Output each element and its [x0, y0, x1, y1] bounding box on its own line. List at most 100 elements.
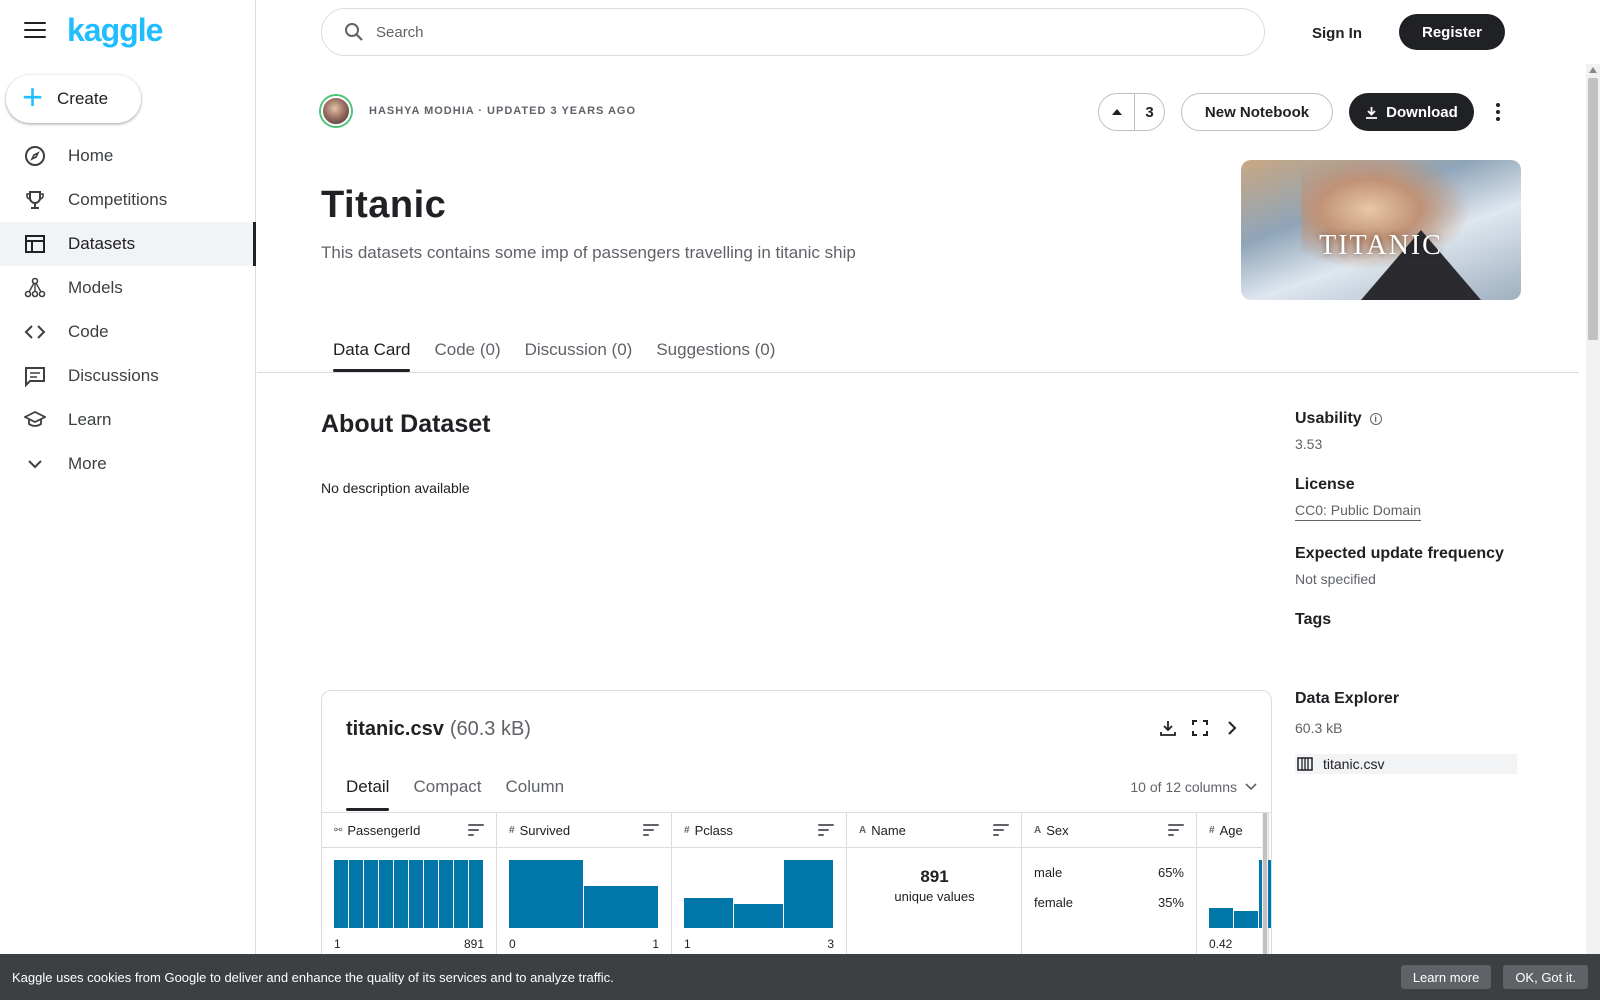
avatar[interactable]	[321, 96, 351, 126]
columns-selector[interactable]: 10 of 12 columns	[1130, 779, 1257, 795]
histogram[interactable]	[334, 858, 484, 928]
histogram-bar[interactable]	[349, 860, 363, 928]
tab-detail[interactable]: Detail	[346, 767, 390, 811]
histogram-bar[interactable]	[784, 860, 833, 928]
scroll-up-icon[interactable]	[1589, 67, 1597, 73]
explorer-file-item[interactable]: titanic.csv	[1295, 754, 1517, 774]
sidebar-item-datasets[interactable]: Datasets	[0, 222, 256, 266]
histogram-bar[interactable]	[364, 860, 378, 928]
sidebar-item-label: Learn	[68, 410, 112, 429]
page-subtitle: This datasets contains some imp of passe…	[321, 243, 856, 262]
histogram-bar[interactable]	[409, 860, 423, 928]
dataset-info-panel: Usability i 3.53 License CC0: Public Dom…	[1295, 410, 1525, 629]
tab-discussion[interactable]: Discussion (0)	[525, 328, 633, 372]
dataset-cover-image: TITANIC	[1241, 160, 1521, 300]
upvote-button[interactable]	[1099, 94, 1135, 130]
histogram-min: 1	[684, 937, 691, 951]
histogram-min: 0.42	[1209, 937, 1233, 951]
search-input[interactable]: Search	[321, 8, 1265, 56]
sidebar-item-code[interactable]: Code	[0, 310, 256, 354]
histogram-bar[interactable]	[1209, 907, 1233, 928]
download-icon	[1366, 106, 1378, 119]
create-button[interactable]: + Create	[6, 75, 141, 123]
info-icon[interactable]: i	[1369, 413, 1382, 425]
column-name: Pclass	[694, 822, 733, 838]
download-button[interactable]: Download	[1349, 93, 1474, 131]
column-header[interactable]: A Sex	[1022, 813, 1196, 848]
histogram-bar[interactable]	[379, 860, 393, 928]
tab-data-card[interactable]: Data Card	[333, 328, 411, 372]
sidebar-item-models[interactable]: Models	[0, 266, 256, 310]
download-label: Download	[1386, 103, 1458, 121]
sort-icon[interactable]	[468, 824, 484, 836]
new-notebook-button[interactable]: New Notebook	[1181, 93, 1333, 131]
histogram-bar[interactable]	[684, 898, 733, 928]
column-type-icon: #	[509, 824, 515, 836]
histogram-bar[interactable]	[454, 860, 468, 928]
sidebar: kaggle + Create Home Competitions Datase…	[0, 0, 256, 1000]
file-preview-card: titanic.csv (60.3 kB) Detail Compact Colu…	[321, 690, 1272, 990]
histogram-bar[interactable]	[469, 860, 483, 928]
sidebar-item-learn[interactable]: Learn	[0, 398, 256, 442]
sort-icon[interactable]	[818, 824, 834, 836]
learn-more-button[interactable]: Learn more	[1400, 965, 1492, 989]
page-scrollbar[interactable]	[1586, 64, 1600, 954]
fullscreen-icon[interactable]	[1189, 717, 1211, 739]
sidebar-item-more[interactable]: More	[0, 442, 256, 486]
license-link[interactable]: CC0: Public Domain	[1295, 502, 1422, 521]
explorer-file-name: titanic.csv	[1323, 756, 1385, 772]
sidebar-item-discussions[interactable]: Discussions	[0, 354, 256, 398]
histogram[interactable]	[509, 858, 659, 928]
histogram-max: 891	[463, 937, 484, 951]
sort-icon[interactable]	[643, 824, 659, 836]
chevron-right-icon[interactable]	[1221, 717, 1243, 739]
category-row[interactable]: male 65%	[1034, 865, 1184, 880]
cookie-ok-button[interactable]: OK, Got it.	[1503, 965, 1588, 989]
tab-compact[interactable]: Compact	[413, 767, 481, 811]
file-heading: titanic.csv (60.3 kB)	[346, 718, 531, 741]
sidebar-item-competitions[interactable]: Competitions	[0, 178, 256, 222]
usability-heading: Usability i	[1295, 410, 1525, 428]
histogram-bar[interactable]	[734, 903, 783, 928]
histogram-bar[interactable]	[1234, 911, 1258, 928]
dataset-tabs: Data Card Code (0) Discussion (0) Sugges…	[321, 328, 787, 372]
histogram-bar[interactable]	[584, 885, 658, 928]
file-view-tabs: Detail Compact Column	[346, 767, 588, 811]
download-file-icon[interactable]	[1157, 717, 1179, 739]
menu-icon[interactable]	[24, 22, 46, 40]
tab-suggestions[interactable]: Suggestions (0)	[656, 328, 775, 372]
category-percent: 65%	[1157, 865, 1184, 880]
histogram-bar[interactable]	[394, 860, 408, 928]
sidebar-nav: Home Competitions Datasets Models Code D…	[0, 134, 256, 486]
column-header[interactable]: A Name	[847, 813, 1021, 848]
sort-icon[interactable]	[993, 824, 1009, 836]
column-header[interactable]: # Age	[1197, 813, 1268, 848]
compass-icon	[24, 145, 46, 167]
code-icon	[24, 321, 46, 343]
category-row[interactable]: female 35%	[1034, 895, 1184, 910]
more-options-icon[interactable]	[1487, 97, 1509, 127]
sign-in-button[interactable]: Sign In	[1302, 16, 1372, 50]
tab-code[interactable]: Code (0)	[434, 328, 500, 372]
column-header[interactable]: # Pclass	[672, 813, 846, 848]
column-header[interactable]: # Survived	[497, 813, 671, 848]
tab-column[interactable]: Column	[506, 767, 565, 811]
sort-icon[interactable]	[1168, 824, 1184, 836]
about-text: No description available	[321, 480, 470, 496]
sidebar-header: kaggle	[0, 0, 256, 64]
register-button[interactable]: Register	[1399, 14, 1505, 50]
table-icon	[24, 233, 46, 255]
kaggle-logo[interactable]: kaggle	[67, 12, 163, 49]
histogram-bar[interactable]	[439, 860, 453, 928]
histogram[interactable]	[684, 858, 834, 928]
histogram-bar[interactable]	[424, 860, 438, 928]
about-heading: About Dataset	[321, 410, 491, 438]
histogram-bar[interactable]	[509, 860, 583, 928]
histogram-bar[interactable]	[334, 860, 348, 928]
column-header[interactable]: ⚯ PassengerId	[322, 813, 496, 848]
data-explorer-heading: Data Explorer	[1295, 690, 1400, 707]
scrollbar-thumb[interactable]	[1588, 78, 1598, 340]
sidebar-item-home[interactable]: Home	[0, 134, 256, 178]
license-label: License	[1295, 476, 1355, 493]
sidebar-item-label: Home	[68, 146, 114, 165]
